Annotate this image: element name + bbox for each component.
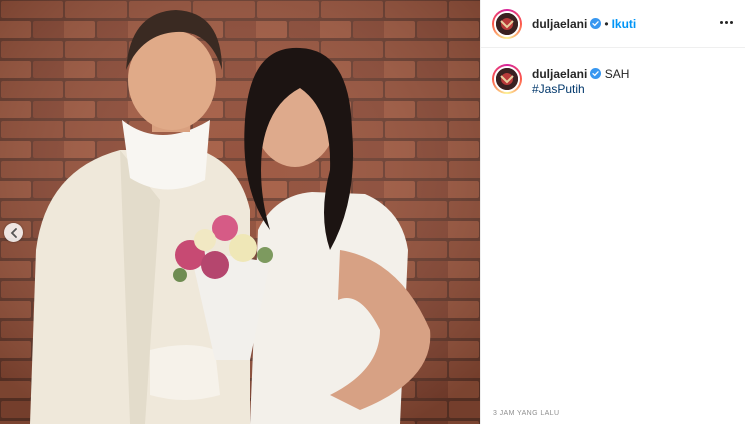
post-timestamp[interactable]: 3 JAM YANG LALU (493, 410, 559, 417)
caption-text: SAH (604, 67, 630, 81)
more-options-icon[interactable] (716, 14, 736, 30)
post-side-panel: duljaelani • Ikuti duljaelani SAH #JasPu… (480, 0, 745, 424)
verified-badge-icon (590, 18, 602, 29)
post-header: duljaelani • Ikuti (481, 0, 745, 48)
avatar[interactable] (492, 8, 522, 39)
couple-photo-illustration (0, 0, 480, 424)
caption-body: duljaelani SAH #JasPutih (532, 64, 629, 97)
username-link[interactable]: duljaelani (532, 17, 587, 31)
instagram-post: duljaelani • Ikuti duljaelani SAH #JasPu… (0, 0, 745, 424)
caption: duljaelani SAH #JasPutih (492, 64, 629, 97)
previous-photo-button[interactable] (4, 223, 23, 242)
follow-button[interactable]: Ikuti (612, 17, 637, 31)
chevron-left-icon (10, 227, 17, 238)
caption-verified-badge-icon (590, 68, 602, 79)
post-photo[interactable] (0, 0, 480, 424)
hashtag-link[interactable]: #JasPutih (532, 82, 629, 97)
caption-avatar[interactable] (492, 64, 522, 94)
caption-username-link[interactable]: duljaelani (532, 67, 587, 81)
separator-dot: • (604, 16, 609, 31)
